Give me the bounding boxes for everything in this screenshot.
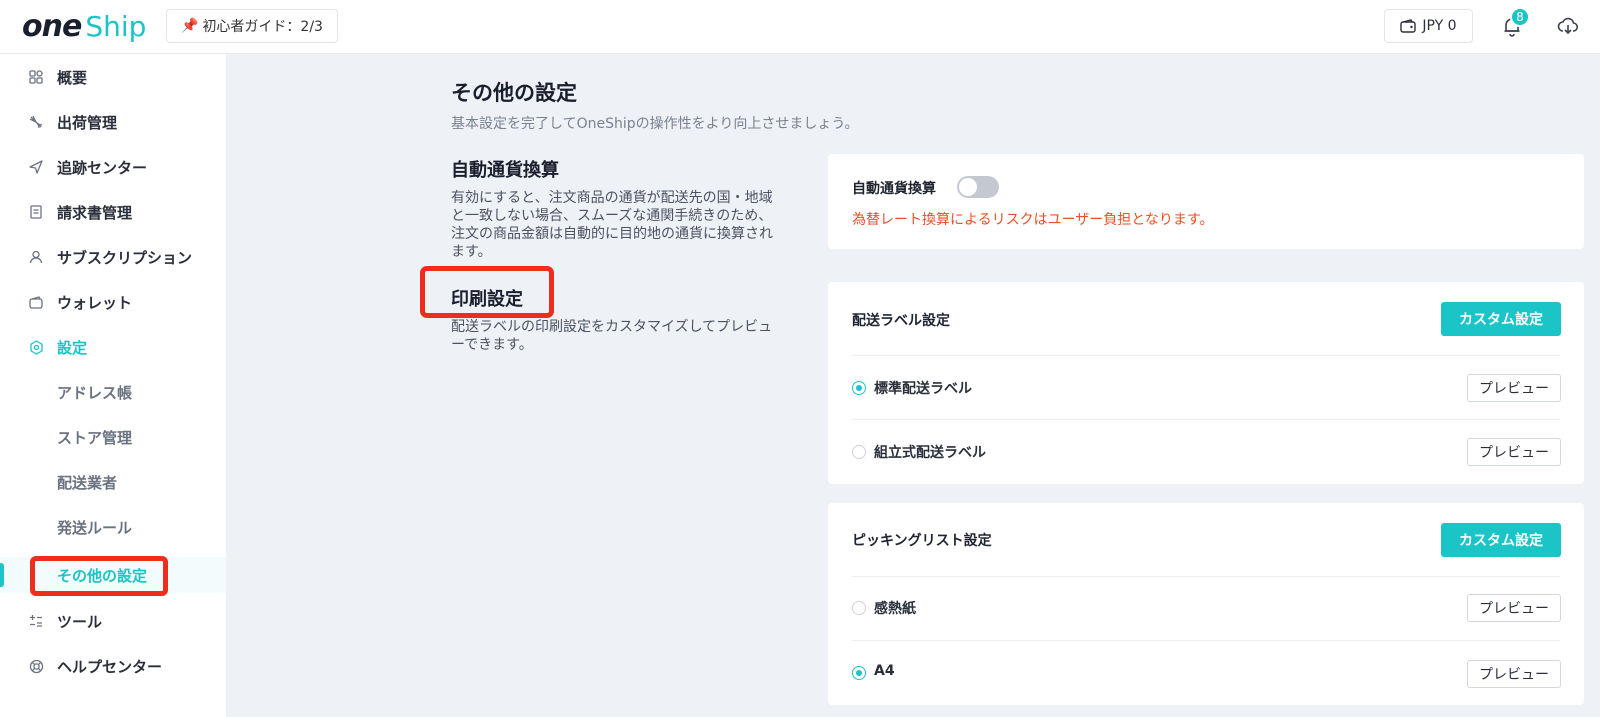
sidebar-item-help-center[interactable]: ヘルプセンター — [0, 648, 226, 684]
divider — [852, 640, 1560, 641]
assembly-label-preview-button[interactable]: プレビュー — [1467, 438, 1561, 466]
wallet-icon — [28, 294, 44, 310]
print-description-line: ーできます。 — [451, 337, 533, 353]
plane-icon — [28, 114, 44, 130]
sidebar-subitem-label: 配送業者 — [57, 473, 118, 492]
currency-conversion-card — [828, 154, 1584, 249]
standard-label-option[interactable]: 標準配送ラベル — [874, 378, 972, 398]
print-description-line: 配送ラベルの印刷設定をカスタマイズしてプレビュ — [451, 319, 773, 335]
sidebar-item-invoices[interactable]: 請求書管理 — [0, 194, 226, 230]
tools-icon — [28, 613, 44, 629]
sidebar-item-label: サブスクリプション — [57, 248, 193, 267]
cloud-download-icon[interactable] — [1556, 14, 1580, 38]
sidebar-subitem-store-management[interactable]: ストア管理 — [0, 419, 226, 455]
currency-section-title: 自動通貨換算 — [451, 160, 559, 181]
currency-description-line: 注文の商品金額は自動的に目的地の通貨に換算され — [451, 226, 773, 242]
sidebar-subitem-carriers[interactable]: 配送業者 — [0, 464, 226, 500]
currency-description-line: 有効にすると、注文商品の通貨が配送先の国・地域 — [451, 190, 773, 206]
sidebar-item-label: 概要 — [57, 68, 88, 87]
sidebar-subitem-address-book[interactable]: アドレス帳 — [0, 374, 226, 410]
divider — [852, 419, 1560, 420]
currency-section-description: 有効にすると、注文商品の通貨が配送先の国・地域 と一致しない場合、スムーズな通関… — [451, 189, 809, 261]
pin-icon: 📌 — [181, 18, 199, 34]
sidebar-subitem-label: 発送ルール — [57, 518, 133, 537]
invoice-icon — [28, 204, 44, 220]
notification-badge: 8 — [1510, 7, 1530, 27]
divider — [852, 355, 1560, 356]
sidebar-item-wallet[interactable]: ウォレット — [0, 284, 226, 320]
sidebar-item-shipping[interactable]: 出荷管理 — [0, 104, 226, 140]
standard-label-preview-button[interactable]: プレビュー — [1467, 374, 1561, 402]
wallet-balance-button[interactable]: JPY 0 — [1384, 9, 1473, 43]
thermal-paper-preview-button[interactable]: プレビュー — [1467, 594, 1561, 622]
user-icon — [28, 249, 44, 265]
send-icon — [28, 159, 44, 175]
wallet-label: JPY 0 — [1422, 18, 1457, 34]
sidebar-item-tools[interactable]: ツール — [0, 603, 226, 639]
logo-one: one — [22, 8, 82, 44]
sidebar-subitem-shipping-rules[interactable]: 発送ルール — [0, 509, 226, 545]
sidebar-item-label: 設定 — [57, 338, 88, 357]
logo-ship: Ship — [85, 9, 147, 43]
highlight-box-sidebar — [30, 556, 168, 596]
a4-preview-button[interactable]: プレビュー — [1467, 660, 1561, 688]
standard-label-radio[interactable] — [852, 381, 866, 395]
picking-list-custom-button[interactable]: カスタム設定 — [1441, 523, 1561, 557]
a4-option[interactable]: A4 — [874, 663, 895, 679]
sidebar-item-label: 請求書管理 — [57, 203, 133, 222]
picking-list-card-title: ピッキングリスト設定 — [852, 533, 992, 549]
toggle-knob — [959, 178, 977, 196]
sidebar-subitem-label: アドレス帳 — [57, 383, 133, 402]
highlight-box-print-settings — [420, 266, 554, 318]
currency-risk-warning: 為替レート換算によるリスクはユーザー負担となります。 — [852, 212, 1214, 228]
sidebar-item-tracking[interactable]: 追跡センター — [0, 149, 226, 185]
currency-description-line: と一致しない場合、スムーズな通関手続きのため、 — [451, 208, 773, 224]
sidebar-item-label: ウォレット — [57, 293, 133, 312]
beginner-guide-button[interactable]: 📌 初心者ガイド：2/3 — [166, 9, 338, 43]
top-header: one Ship 📌 初心者ガイド：2/3 JPY 0 8 — [0, 0, 1600, 54]
thermal-paper-radio[interactable] — [852, 601, 866, 615]
currency-conversion-toggle[interactable] — [957, 176, 999, 198]
page-subtitle: 基本設定を完了してOneShipの操作性をより向上させましょう。 — [451, 116, 859, 132]
shipping-label-custom-button[interactable]: カスタム設定 — [1441, 302, 1561, 336]
sidebar-item-label: 出荷管理 — [57, 113, 118, 132]
active-indicator — [0, 563, 4, 587]
assembly-label-option[interactable]: 組立式配送ラベル — [874, 442, 986, 462]
print-section-description: 配送ラベルの印刷設定をカスタマイズしてプレビュ ーできます。 — [451, 318, 809, 354]
gear-icon — [28, 339, 44, 355]
shipping-label-card-title: 配送ラベル設定 — [852, 313, 950, 329]
thermal-paper-option[interactable]: 感熱紙 — [874, 598, 916, 618]
assembly-label-radio[interactable] — [852, 445, 866, 459]
sidebar-item-overview[interactable]: 概要 — [0, 59, 226, 95]
sidebar-item-label: 追跡センター — [57, 158, 148, 177]
guide-label: 初心者ガイド：2/3 — [202, 19, 323, 35]
currency-description-line: ます。 — [451, 244, 492, 260]
divider — [852, 576, 1560, 577]
lifebuoy-icon — [28, 658, 44, 674]
currency-toggle-label: 自動通貨換算 — [852, 181, 936, 197]
sidebar-item-label: ヘルプセンター — [57, 657, 163, 676]
a4-radio[interactable] — [852, 666, 866, 680]
sidebar-item-label: ツール — [57, 612, 103, 631]
sidebar-item-subscription[interactable]: サブスクリプション — [0, 239, 226, 275]
sidebar-item-settings[interactable]: 設定 — [0, 329, 226, 365]
sidebar-subitem-label: ストア管理 — [57, 428, 133, 447]
grid-icon — [28, 69, 44, 85]
page-title: その他の設定 — [451, 81, 577, 105]
wallet-icon — [1400, 19, 1417, 33]
oneship-logo[interactable]: one Ship — [22, 8, 147, 44]
